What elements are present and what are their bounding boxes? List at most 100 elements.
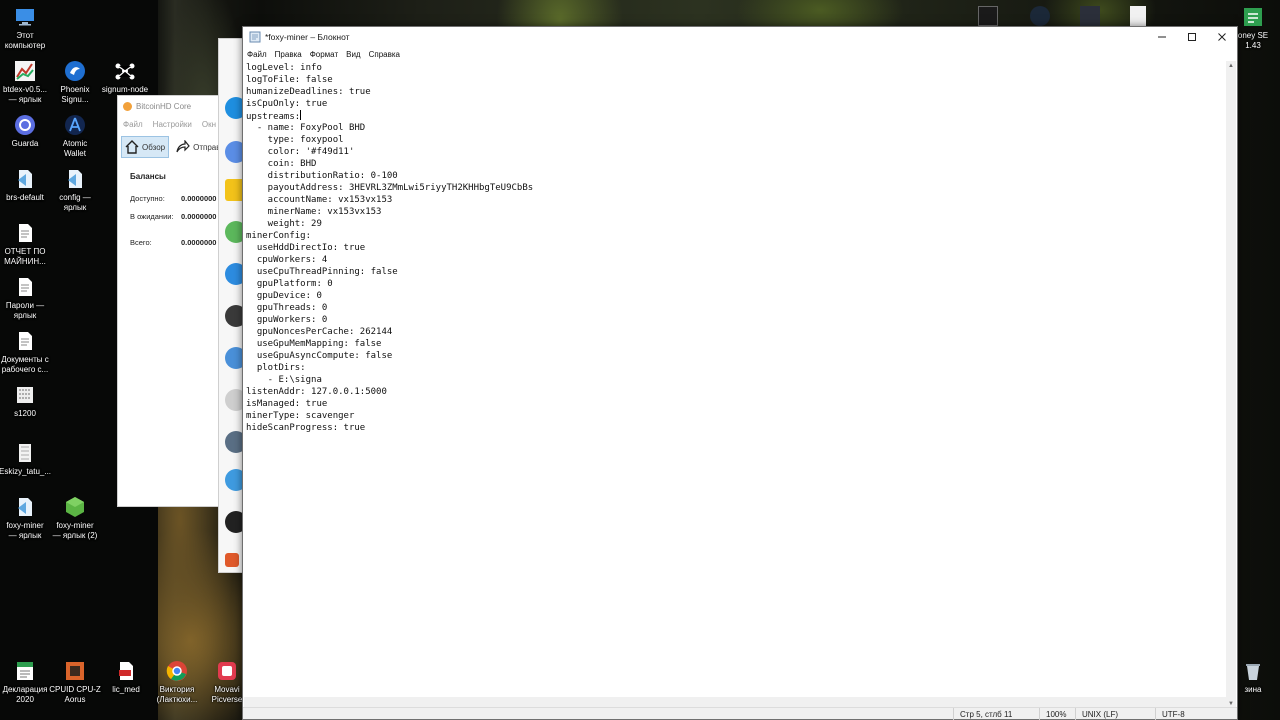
- cpuz-icon: [64, 660, 86, 682]
- text-line: listenAddr: 127.0.0.1:5000: [246, 387, 387, 397]
- desktop-icon-s1200[interactable]: s1200: [0, 384, 52, 419]
- chrome-icon: [166, 660, 188, 682]
- image-icon: [14, 442, 36, 464]
- close-icon: [1218, 33, 1226, 41]
- desktop-icon-eskizy[interactable]: Eskizy_tatu_...: [0, 442, 52, 477]
- desktop-icon-config[interactable]: config — ярлык: [48, 168, 102, 213]
- text-line: coin: BHD: [246, 159, 317, 169]
- maximize-icon: [1188, 33, 1196, 41]
- desktop-icon-lic-med[interactable]: lic_med: [99, 660, 153, 695]
- minimize-button[interactable]: [1147, 27, 1177, 47]
- desktop-icon-cpuz[interactable]: CPUID CPU-Z Aorus: [48, 660, 102, 705]
- shortcut-icon: [64, 168, 86, 190]
- desktop-icon-declaration[interactable]: Декларация 2020: [0, 660, 52, 705]
- bitcoinhd-menu-window[interactable]: Окн: [202, 120, 216, 129]
- desktop-icon-brs-default[interactable]: brs-default: [0, 168, 52, 203]
- desktop-icon-passwords[interactable]: Пароли — ярлык: [0, 276, 52, 321]
- foxy-icon: [64, 496, 86, 518]
- phoenix-wallet-window[interactable]: [218, 38, 244, 573]
- bitcoinhd-title: BitcoinHD Core: [136, 101, 192, 111]
- signum-icon: [114, 60, 136, 82]
- launcher-icon[interactable]: [1080, 6, 1100, 26]
- scroll-up-icon[interactable]: ▲: [1226, 61, 1236, 71]
- text-line: type: foxypool: [246, 135, 344, 145]
- bitcoinhd-menu-settings[interactable]: Настройки: [153, 120, 192, 129]
- balance-available: Доступно: 0.0000000: [130, 193, 217, 203]
- text-line: - name: FoxyPool BHD: [246, 123, 366, 133]
- text-line: plotDirs:: [246, 363, 306, 373]
- bitcoinhd-window[interactable]: BitcoinHD Core Файл Настройки Окн Обзор …: [117, 95, 227, 507]
- vertical-scrollbar[interactable]: ▲ ▼: [1226, 61, 1236, 709]
- horizontal-scrollbar[interactable]: [244, 697, 1228, 707]
- text-line: gpuPlatform: 0: [246, 279, 333, 289]
- text-line: humanizeDeadlines: true: [246, 87, 371, 97]
- status-line-ending: UNIX (LF): [1075, 708, 1155, 720]
- desktop-icon-atomic-wallet[interactable]: Atomic Wallet: [48, 114, 102, 159]
- menu-view[interactable]: Вид: [346, 50, 360, 59]
- atomic-icon: [64, 114, 86, 136]
- notepad-titlebar[interactable]: *foxy-miner – Блокнот: [243, 27, 1237, 47]
- phoenix-icon: [64, 60, 86, 82]
- close-button[interactable]: [1207, 27, 1237, 47]
- window-controls: [1147, 27, 1237, 47]
- text-line: cpuWorkers: 4: [246, 255, 328, 265]
- bitcoinhd-tab-overview[interactable]: Обзор: [121, 136, 170, 158]
- status-encoding: UTF-8: [1155, 708, 1237, 720]
- menu-help[interactable]: Справка: [369, 50, 400, 59]
- desktop-icon-foxy-miner-shortcut-2[interactable]: foxy-miner — ярлык (2): [48, 496, 102, 541]
- text-line: useGpuMemMapping: false: [246, 339, 382, 349]
- desktop-icon-btdex[interactable]: btdex-v0.5... — ярлык: [0, 60, 52, 105]
- bitcoinhd-menu-file[interactable]: Файл: [123, 120, 143, 129]
- shortcut-icon: [14, 168, 36, 190]
- menu-file[interactable]: Файл: [247, 50, 267, 59]
- text-line: isManaged: true: [246, 399, 328, 409]
- steam-icon[interactable]: [1030, 6, 1050, 26]
- balance-pending: В ожидании: 0.0000000: [130, 211, 217, 221]
- app-icon: [1242, 6, 1264, 28]
- menu-edit[interactable]: Правка: [275, 50, 302, 59]
- text-line: gpuThreads: 0: [246, 303, 328, 313]
- text-line: minerName: vx153vx153: [246, 207, 382, 217]
- status-zoom: 100%: [1039, 708, 1075, 720]
- text-line: distributionRatio: 0-100: [246, 171, 398, 181]
- text-line: gpuDevice: 0: [246, 291, 322, 301]
- file-icon[interactable]: [1130, 6, 1146, 26]
- text-line: logLevel: info: [246, 63, 322, 73]
- text-line: color: '#f49d11': [246, 147, 355, 157]
- document-icon: [14, 276, 36, 298]
- bitcoinhd-menubar: Файл Настройки Окн: [118, 117, 226, 131]
- btdex-icon: [14, 60, 36, 82]
- desktop-icon-signum-node[interactable]: signum-node: [98, 60, 152, 95]
- wallet-nav-icon-12[interactable]: [225, 553, 239, 567]
- home-icon: [125, 140, 139, 154]
- desktop-icon-this-pc[interactable]: Этот компьютер: [0, 6, 52, 51]
- text-line: isCpuOnly: true: [246, 99, 328, 109]
- monitor-icon: [14, 6, 36, 28]
- desktop-icon-mining-report[interactable]: ОТЧЕТ ПО МАЙНИН...: [0, 222, 52, 267]
- balances-heading: Балансы: [130, 172, 166, 181]
- text-line: accountName: vx153vx153: [246, 195, 393, 205]
- desktop-icon-guarda[interactable]: Guarda: [0, 114, 52, 149]
- notepad-menubar: Файл Правка Формат Вид Справка: [243, 47, 1237, 61]
- bitcoinhd-titlebar: BitcoinHD Core: [118, 96, 226, 116]
- maximize-button[interactable]: [1177, 27, 1207, 47]
- desktop-icon-documents[interactable]: Документы с рабочего с...: [0, 330, 52, 375]
- document-icon: [14, 222, 36, 244]
- desktop-icon-foxy-miner-shortcut[interactable]: foxy-miner — ярлык: [0, 496, 52, 541]
- text-line: minerType: scavenger: [246, 411, 355, 421]
- text-line: useHddDirectIo: true: [246, 243, 366, 253]
- bitcoinhd-overview: Балансы Доступно: 0.0000000 В ожидании: …: [118, 160, 226, 251]
- text-line: payoutAddress: 3HEVRL3ZMmLwi5riyyTH2KHHb…: [246, 183, 534, 193]
- desktop-icon-viktoria[interactable]: Виктория (Лактюхи...: [150, 660, 204, 705]
- menu-format[interactable]: Формат: [310, 50, 338, 59]
- gpu-app-icon[interactable]: [978, 6, 998, 26]
- text-line: minerConfig:: [246, 231, 312, 241]
- notepad-window[interactable]: *foxy-miner – Блокнот Файл Правка Формат…: [242, 26, 1238, 720]
- desktop-icon-phoenix[interactable]: Phoenix Signu...: [48, 60, 102, 105]
- text-editor[interactable]: logLevel: info logToFile: false humanize…: [244, 61, 1228, 709]
- image-icon: [14, 384, 36, 406]
- minimize-icon: [1158, 36, 1166, 38]
- notepad-title: *foxy-miner – Блокнот: [265, 32, 350, 42]
- text-line: useCpuThreadPinning: false: [246, 267, 398, 277]
- text-line: gpuWorkers: 0: [246, 315, 328, 325]
